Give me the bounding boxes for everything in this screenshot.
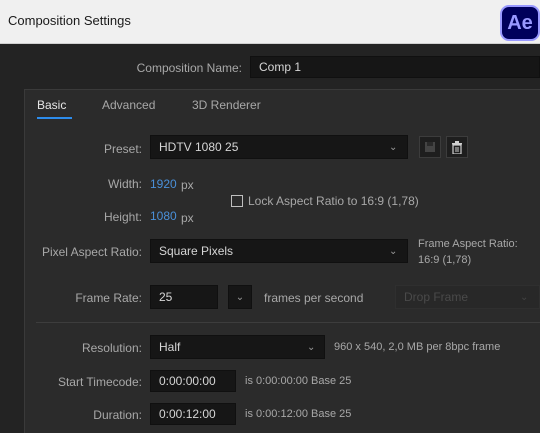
comp-name-input[interactable]: Comp 1: [250, 56, 540, 78]
start-timecode-info: is 0:00:00:00 Base 25: [245, 375, 352, 387]
pixel-aspect-dropdown[interactable]: Square Pixels: [150, 239, 408, 263]
frame-rate-unit: frames per second: [264, 291, 364, 305]
resolution-value: Half: [159, 340, 181, 354]
height-value[interactable]: 1080: [150, 209, 177, 223]
duration-input[interactable]: 0:00:12:00: [150, 403, 236, 425]
resolution-label: Resolution:: [81, 341, 142, 355]
after-effects-logo: Ae: [500, 5, 540, 41]
duration-label: Duration:: [93, 408, 142, 422]
frame-aspect-value: 16:9 (1,78): [418, 254, 472, 266]
preset-label: Preset:: [103, 142, 142, 156]
preset-dropdown[interactable]: HDTV 1080 25: [150, 135, 408, 159]
frame-rate-dropdown-button[interactable]: ⌄: [228, 285, 252, 309]
height-unit: px: [181, 211, 194, 225]
drop-frame-chevron-down-icon: ⌄: [520, 292, 529, 303]
resolution-dropdown[interactable]: Half: [150, 335, 325, 359]
pixel-aspect-chevron-down-icon: ⌄: [389, 246, 398, 257]
frame-rate-input[interactable]: 25: [150, 285, 218, 309]
start-timecode-label: Start Timecode:: [57, 375, 142, 389]
lock-aspect-label: Lock Aspect Ratio to 16:9 (1,78): [248, 194, 419, 208]
frame-rate-chevron-down-icon: ⌄: [235, 291, 245, 303]
pixel-aspect-value: Square Pixels: [159, 244, 234, 258]
drop-frame-value: Drop Frame: [404, 290, 469, 304]
window-title: Composition Settings: [8, 13, 131, 28]
frame-aspect-label: Frame Aspect Ratio:: [418, 238, 518, 250]
active-tab-indicator: [37, 117, 72, 119]
start-timecode-input[interactable]: 0:00:00:00: [150, 370, 236, 392]
comp-name-label: Composition Name:: [136, 61, 242, 75]
preset-value: HDTV 1080 25: [159, 140, 239, 154]
save-preset-button[interactable]: [419, 136, 441, 158]
composition-settings-dialog: Composition Name: Comp 1 Basic Advanced …: [0, 44, 540, 433]
tab-advanced[interactable]: Advanced: [102, 98, 155, 112]
title-bar: Composition Settings Ae: [0, 0, 540, 44]
frame-rate-label: Frame Rate:: [75, 291, 142, 305]
delete-preset-button[interactable]: [446, 136, 468, 158]
drop-frame-dropdown: Drop Frame: [395, 285, 540, 309]
tab-3d-renderer[interactable]: 3D Renderer: [192, 98, 261, 112]
height-label: Height:: [103, 210, 142, 224]
width-value[interactable]: 1920: [150, 177, 177, 191]
section-divider: [36, 322, 540, 323]
tab-basic[interactable]: Basic: [37, 98, 66, 112]
width-unit: px: [181, 178, 194, 192]
width-label: Width:: [107, 177, 142, 191]
resolution-chevron-down-icon: ⌄: [307, 342, 316, 353]
resolution-info: 960 x 540, 2,0 MB per 8bpc frame: [334, 341, 501, 353]
preset-chevron-down-icon: ⌄: [389, 142, 398, 153]
lock-aspect-checkbox[interactable]: [231, 195, 243, 207]
pixel-aspect-label: Pixel Aspect Ratio:: [41, 245, 142, 259]
trash-icon: [452, 140, 462, 154]
duration-info: is 0:00:12:00 Base 25: [245, 408, 352, 420]
save-preset-icon: [425, 142, 435, 152]
